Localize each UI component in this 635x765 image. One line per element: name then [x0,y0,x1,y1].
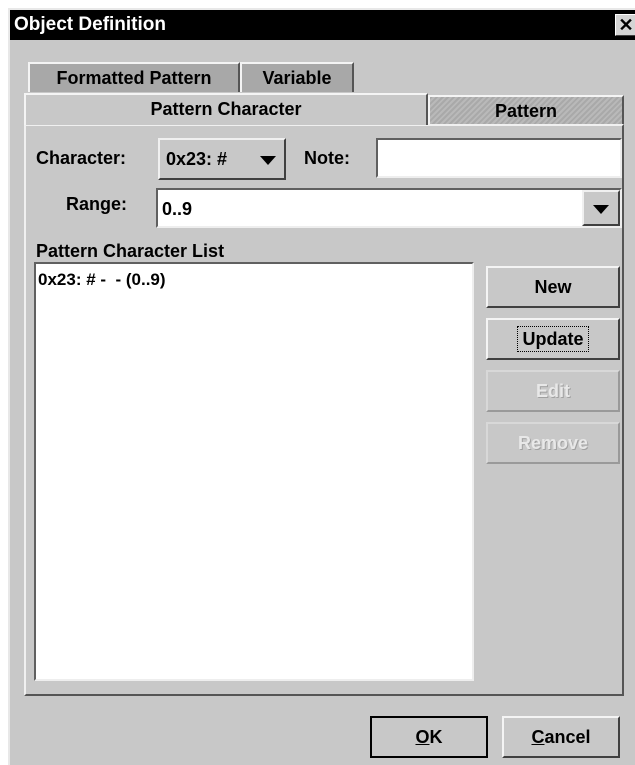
range-label: Range: [66,194,128,214]
title-bar[interactable]: Object Definition ✕ [10,10,635,40]
tab-variable-label: Variable [262,68,332,88]
tab-formatted-pattern-label: Formatted Pattern [56,68,212,88]
cancel-button[interactable]: Cancel [502,716,620,758]
new-button-label: New [534,277,572,297]
tab-formatted-pattern[interactable]: Formatted Pattern [28,62,240,92]
update-button[interactable]: Update [486,318,620,360]
new-button[interactable]: New [486,266,620,308]
note-label: Note: [304,148,350,168]
tab-pattern-character-label: Pattern Character [150,99,302,119]
character-select[interactable]: 0x23: # [158,138,286,180]
character-select-value: 0x23: # [166,149,228,169]
pattern-character-list-header: Pattern Character List [36,241,225,261]
ok-button[interactable]: OK [370,716,488,758]
chevron-down-icon [593,205,609,214]
ok-button-label: OK [415,727,443,747]
list-item[interactable]: 0x23: # - - (0..9) [38,270,166,290]
close-button[interactable]: ✕ [615,14,635,36]
close-icon: ✕ [618,15,634,35]
window-title: Object Definition [14,14,166,35]
character-label: Character: [36,148,127,168]
tab-pattern[interactable]: Pattern [428,95,624,125]
edit-button-label: Edit [536,381,570,401]
edit-button: Edit [486,370,620,412]
pattern-character-list[interactable]: 0x23: # - - (0..9) [34,262,474,681]
object-definition-dialog: Object Definition ✕ Formatted Pattern Va… [8,8,635,765]
remove-button-label: Remove [517,433,589,453]
tab-variable[interactable]: Variable [240,62,354,92]
tab-pattern-label: Pattern [494,101,557,121]
range-combo[interactable]: 0..9 [156,188,622,228]
tab-pattern-character[interactable]: Pattern Character [24,93,428,125]
range-dropdown-button[interactable] [582,190,620,226]
remove-button: Remove [486,422,620,464]
cancel-button-label: Cancel [531,727,591,747]
chevron-down-icon [260,156,276,165]
note-field[interactable] [376,138,622,178]
update-button-label: Update [517,326,589,352]
range-value: 0..9 [162,199,193,219]
